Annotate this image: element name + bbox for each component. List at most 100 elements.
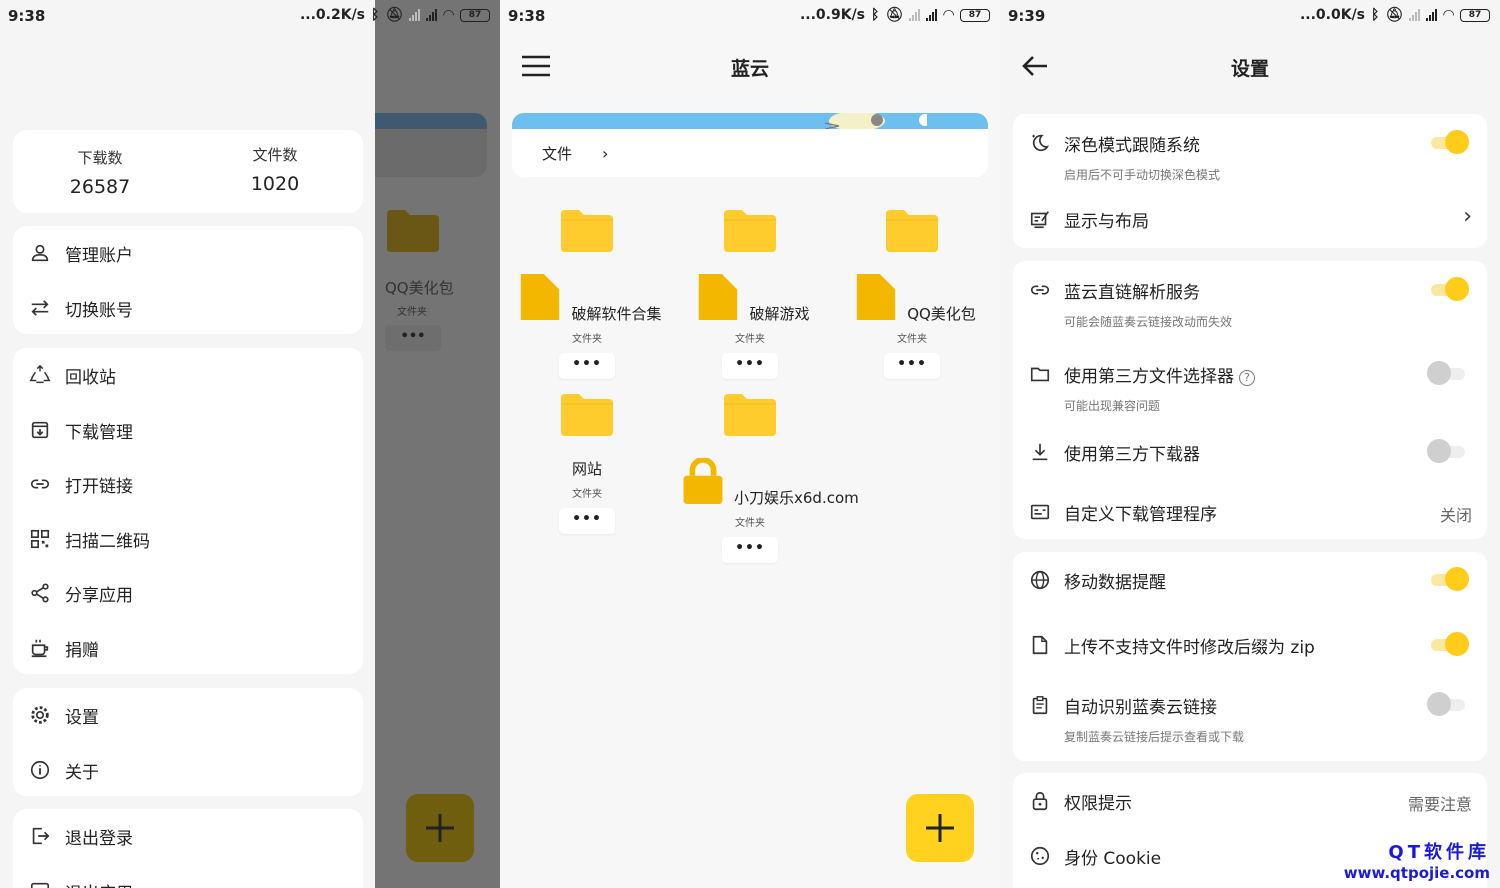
menu-item-manage-account[interactable]: 管理账户 [13,233,363,273]
help-icon[interactable]: ? [1239,370,1255,386]
folder-more-button[interactable]: ••• [722,537,778,563]
settings-row[interactable]: 显示与布局 › [1013,200,1487,256]
menu-item-about[interactable]: 关于 [13,750,363,790]
peek-more-button[interactable]: ••• [385,325,441,351]
settings-row[interactable]: 自动识别蓝奏云链接 复制蓝奏云链接后提示查看或下载 [1013,676,1487,756]
menu-item-logout[interactable]: 退出登录 [13,816,363,856]
setting-toggle[interactable] [1427,438,1469,464]
layout-edit-icon [1030,211,1049,229]
settings-row[interactable]: 权限提示 需要注意 [1013,773,1487,829]
recycle-icon [29,364,51,384]
file-list-screen: 9:38 ...0.9K/s ᛒ 🔕︎ ◠ 87 蓝云 文件 › 破解软件合集 文件… [500,0,1000,888]
signal-icon [426,9,438,21]
menu-item-donate[interactable]: 捐赠 [13,628,363,668]
folder-icon [561,394,613,436]
menu-item-exit-app[interactable]: 退出应用 [13,871,363,888]
signal-weak-icon [909,9,921,21]
status-icons: ...0.2K/s ᛒ 🔕︎ ◠ 87 [300,7,490,23]
settings-row[interactable]: 移动数据提醒 [1013,552,1487,608]
settings-row[interactable]: 使用第三方文件选择器? 可能出现兼容问题 [1013,345,1487,425]
folder-more-button[interactable]: ••• [559,508,615,534]
menu-item-switch-account[interactable]: 切换账号 [13,288,363,328]
coffee-icon [31,639,49,658]
folder-icon [886,210,938,252]
setting-title: 显示与布局 [1064,207,1149,232]
status-time: 9:39 [1008,7,1046,25]
folder-name-text: 小刀娱乐x6d.com [734,489,859,507]
settings-card: 蓝云直链解析服务 可能会随蓝奏云链接改动而失效 使用第三方文件选择器? 可能出现兼容问… [1013,261,1487,539]
breadcrumb[interactable]: 文件 › [542,143,608,164]
qr-icon [30,529,50,549]
setting-title-text: 权限提示 [1064,794,1132,814]
setting-title: 移动数据提醒 [1064,568,1166,593]
settings-row[interactable]: 自定义下载管理程序 关闭 [1013,484,1487,540]
folder-item[interactable]: 破解软件合集 文件夹 ••• [512,208,662,379]
download-manager-icon [1030,504,1050,520]
signal-weak-icon [409,9,421,21]
swap-icon [31,300,49,316]
mute-bell-icon: 🔕︎ [385,7,404,23]
stat-label: 下载数 [77,149,123,167]
settings-row[interactable]: 蓝云直链解析服务 可能会随蓝奏云链接改动而失效 [1013,261,1487,341]
settings-row[interactable]: 使用第三方下载器 [1013,424,1487,480]
folder-item[interactable]: 小刀娱乐x6d.com 文件夹 ••• [675,392,859,563]
status-time: 9:38 [508,7,546,25]
folder-name: 破解软件合集 [512,274,662,324]
settings-row[interactable]: 上传不支持文件时修改后缀为 zip [1013,617,1487,673]
chevron-right-icon: › [602,144,609,163]
menu-item-share-app[interactable]: 分享应用 [13,573,363,613]
menu-item-open-link[interactable]: 打开链接 [13,464,363,504]
moon-icon [1032,134,1049,152]
menu-item-label: 切换账号 [65,300,133,321]
folder-name: 网站 [512,458,662,479]
menu-item-label: 扫描二维码 [65,531,150,552]
file-badge-icon [521,274,560,320]
settings-screen: 9:39 ...0.0K/s ᛒ 🔕︎ ◠ 87 设置 深色模式跟随系统 启用后不… [1000,0,1500,888]
folder-more-button[interactable]: ••• [559,353,615,379]
setting-value: 需要注意 [1407,795,1472,814]
page-title: 设置 [1230,58,1269,80]
setting-title: 自动识别蓝奏云链接 [1064,693,1217,718]
settings-menu-card: 设置 关于 [13,688,363,796]
setting-desc: 启用后不可手动切换深色模式 [1064,168,1221,182]
settings-row[interactable]: 深色模式跟随系统 启用后不可手动切换深色模式 [1013,114,1487,194]
setting-toggle[interactable] [1427,360,1469,386]
mute-bell-icon: 🔕︎ [1385,7,1404,23]
menu-item-recycle-bin[interactable]: 回收站 [13,355,363,395]
folder-outline-icon [1030,367,1050,382]
setting-title-text: 移动数据提醒 [1064,573,1166,593]
page-title: 蓝云 [730,58,769,80]
setting-toggle[interactable] [1427,276,1469,302]
folder-item[interactable]: QQ美化包 文件夹 ••• [837,208,987,379]
setting-toggle[interactable] [1427,631,1469,657]
folder-name: 破解游戏 [675,274,825,324]
folder-item[interactable]: 网站 文件夹 ••• [512,392,662,534]
folder-more-button[interactable]: ••• [884,353,940,379]
setting-title: 使用第三方文件选择器? [1064,362,1255,387]
folder-item[interactable]: 破解游戏 文件夹 ••• [675,208,825,379]
folder-more-button[interactable]: ••• [722,353,778,379]
peek-folder-sub: 文件夹 [397,307,427,318]
watermark: QT软件库 www.qtpojie.com [1344,838,1490,882]
folder-icon [724,210,776,252]
menu-item-scan-qr[interactable]: 扫描二维码 [13,519,363,559]
background-peek[interactable]: QQ美化包 文件夹 ••• [375,0,500,888]
setting-toggle[interactable] [1427,691,1469,717]
signal-icon [926,9,938,21]
add-fab-button[interactable] [906,794,974,862]
menu-item-settings[interactable]: 设置 [13,695,363,735]
lock-icon [1032,791,1048,811]
info-icon [30,760,50,780]
settings-card: 深色模式跟随系统 启用后不可手动切换深色模式 显示与布局 › [1013,114,1487,248]
download-box-icon [31,421,49,439]
cookie-icon [1030,846,1050,866]
person-icon [31,244,49,262]
exit-menu-card: 退出登录 退出应用 [13,809,363,888]
peek-fab[interactable] [406,794,474,862]
setting-toggle[interactable] [1427,129,1469,155]
setting-toggle[interactable] [1427,566,1469,592]
setting-title: 自定义下载管理程序 [1064,500,1217,525]
menu-item-download-manager[interactable]: 下载管理 [13,410,363,450]
folder-name-text: QQ美化包 [907,305,976,323]
breadcrumb-root[interactable]: 文件 [542,145,572,163]
